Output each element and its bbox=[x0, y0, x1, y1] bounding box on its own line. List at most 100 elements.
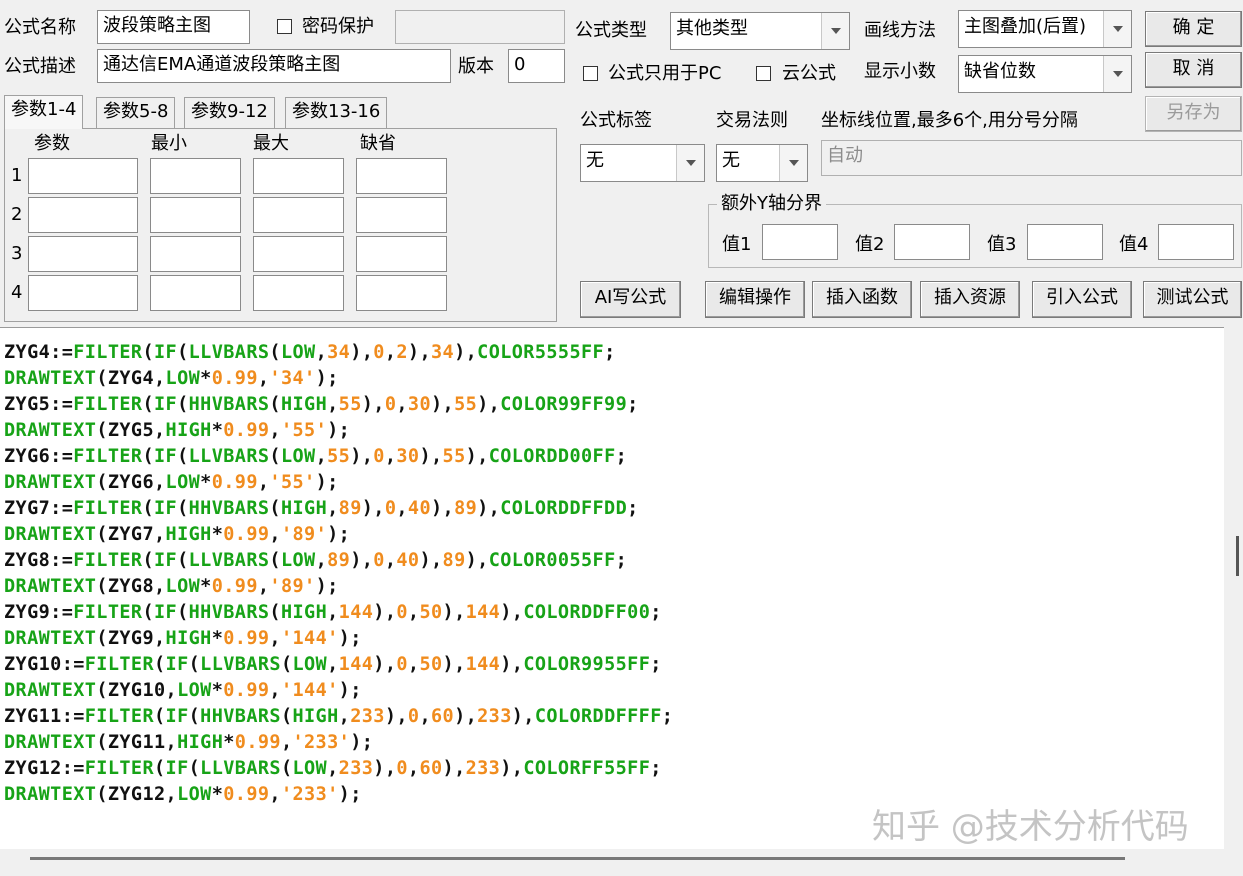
draw-method-select[interactable]: 主图叠加(后置) bbox=[958, 10, 1132, 48]
formula-tag-label: 公式标签 bbox=[580, 110, 652, 131]
extra-y-axis-title: 额外Y轴分界 bbox=[717, 193, 826, 215]
watermark: 知乎 @技术分析代码 bbox=[872, 807, 1189, 847]
formula-name-input[interactable]: 波段策略主图 bbox=[97, 10, 250, 44]
param-min-input[interactable] bbox=[150, 197, 241, 233]
formula-type-select[interactable]: 其他类型 bbox=[670, 12, 850, 50]
coord-line-input[interactable]: 自动 bbox=[821, 140, 1242, 176]
cancel-button[interactable]: 取 消 bbox=[1145, 52, 1242, 88]
code-line[interactable]: DRAWTEXT(ZYG5,HIGH*0.99,'55'); bbox=[4, 418, 673, 444]
horizontal-scrollbar[interactable] bbox=[0, 849, 1243, 876]
code-line[interactable]: DRAWTEXT(ZYG11,HIGH*0.99,'233'); bbox=[4, 730, 673, 756]
chevron-down-icon bbox=[779, 145, 807, 181]
param-header-name: 参数 bbox=[34, 133, 70, 154]
chevron-down-icon bbox=[1103, 56, 1131, 92]
ok-button[interactable]: 确 定 bbox=[1145, 11, 1242, 47]
param-max-input[interactable] bbox=[253, 197, 344, 233]
formula-desc-input[interactable]: 通达信EMA通道波段策略主图 bbox=[97, 49, 451, 83]
code-line[interactable]: ZYG12:=FILTER(IF(LLVBARS(LOW,233),0,60),… bbox=[4, 756, 673, 782]
formula-type-label: 公式类型 bbox=[575, 20, 647, 41]
password-protect-label: 密码保护 bbox=[302, 16, 374, 37]
decimals-select[interactable]: 缺省位数 bbox=[958, 55, 1132, 93]
param-default-input[interactable] bbox=[356, 158, 447, 194]
code-line[interactable]: ZYG4:=FILTER(IF(LLVBARS(LOW,34),0,2),34)… bbox=[4, 340, 673, 366]
param-name-input[interactable] bbox=[28, 197, 138, 233]
chevron-down-icon bbox=[1103, 11, 1131, 47]
code-line[interactable]: ZYG8:=FILTER(IF(LLVBARS(LOW,89),0,40),89… bbox=[4, 548, 673, 574]
formula-type-value: 其他类型 bbox=[676, 18, 748, 39]
code-line[interactable]: ZYG9:=FILTER(IF(HHVBARS(HIGH,144),0,50),… bbox=[4, 600, 673, 626]
y-value-3-input[interactable] bbox=[1027, 224, 1103, 260]
test-formula-button[interactable]: 测试公式 bbox=[1143, 281, 1242, 318]
param-default-input[interactable] bbox=[356, 197, 447, 233]
param-default-input[interactable] bbox=[356, 275, 447, 311]
pc-only-checkbox[interactable] bbox=[583, 66, 598, 81]
param-name-input[interactable] bbox=[28, 158, 138, 194]
param-default-input[interactable] bbox=[356, 236, 447, 272]
code-line[interactable]: DRAWTEXT(ZYG9,HIGH*0.99,'144'); bbox=[4, 626, 673, 652]
param-header-min: 最小 bbox=[151, 133, 187, 154]
param-min-input[interactable] bbox=[150, 236, 241, 272]
tab-params-5-8[interactable]: 参数5-8 bbox=[96, 97, 176, 128]
code-line[interactable]: ZYG7:=FILTER(IF(HHVBARS(HIGH,89),0,40),8… bbox=[4, 496, 673, 522]
pc-only-label: 公式只用于PC bbox=[608, 63, 722, 84]
decimals-label: 显示小数 bbox=[864, 61, 936, 82]
code-line[interactable]: DRAWTEXT(ZYG6,LOW*0.99,'55'); bbox=[4, 470, 673, 496]
y-value-4-label: 值4 bbox=[1119, 234, 1149, 255]
y-value-4-input[interactable] bbox=[1158, 224, 1234, 260]
draw-method-label: 画线方法 bbox=[864, 20, 936, 41]
tab-params-13-16[interactable]: 参数13-16 bbox=[285, 97, 388, 128]
param-name-input[interactable] bbox=[28, 275, 138, 311]
param-min-input[interactable] bbox=[150, 275, 241, 311]
param-header-max: 最大 bbox=[253, 133, 289, 154]
trade-rule-select[interactable]: 无 bbox=[716, 144, 808, 182]
password-protect-checkbox[interactable] bbox=[277, 19, 292, 34]
vertical-scrollbar[interactable] bbox=[1224, 327, 1243, 849]
tab-params-9-12[interactable]: 参数9-12 bbox=[184, 97, 275, 128]
insert-function-button[interactable]: 插入函数 bbox=[812, 281, 912, 318]
ai-write-button[interactable]: AI写公式 bbox=[580, 281, 681, 318]
y-value-2-label: 值2 bbox=[855, 234, 885, 255]
vertical-scroll-thumb[interactable] bbox=[1236, 536, 1239, 576]
draw-method-value: 主图叠加(后置) bbox=[964, 16, 1087, 37]
code-line[interactable]: ZYG11:=FILTER(IF(HHVBARS(HIGH,233),0,60)… bbox=[4, 704, 673, 730]
formula-tag-value: 无 bbox=[586, 150, 604, 171]
insert-resource-button[interactable]: 插入资源 bbox=[920, 281, 1020, 318]
horizontal-scroll-thumb[interactable] bbox=[30, 857, 1125, 860]
code-line[interactable]: DRAWTEXT(ZYG7,HIGH*0.99,'89'); bbox=[4, 522, 673, 548]
code-editor[interactable]: ZYG4:=FILTER(IF(LLVBARS(LOW,34),0,2),34)… bbox=[0, 327, 1224, 849]
code-line[interactable]: ZYG10:=FILTER(IF(LLVBARS(LOW,144),0,50),… bbox=[4, 652, 673, 678]
param-max-input[interactable] bbox=[253, 275, 344, 311]
edit-ops-button[interactable]: 编辑操作 bbox=[705, 281, 805, 318]
password-input[interactable] bbox=[395, 10, 565, 44]
chevron-down-icon bbox=[821, 13, 849, 49]
import-formula-button[interactable]: 引入公式 bbox=[1032, 281, 1132, 318]
tab-params-1-4[interactable]: 参数1-4 bbox=[4, 95, 84, 129]
save-as-button[interactable]: 另存为 bbox=[1145, 96, 1242, 132]
formula-name-label: 公式名称 bbox=[4, 17, 76, 38]
cloud-formula-label: 云公式 bbox=[782, 63, 836, 84]
code-line[interactable]: ZYG5:=FILTER(IF(HHVBARS(HIGH,55),0,30),5… bbox=[4, 392, 673, 418]
version-input[interactable]: 0 bbox=[508, 49, 565, 83]
param-max-input[interactable] bbox=[253, 236, 344, 272]
cloud-formula-checkbox[interactable] bbox=[756, 66, 771, 81]
formula-tag-select[interactable]: 无 bbox=[580, 144, 705, 182]
param-max-input[interactable] bbox=[253, 158, 344, 194]
code-line[interactable]: ZYG6:=FILTER(IF(LLVBARS(LOW,55),0,30),55… bbox=[4, 444, 673, 470]
coord-line-label: 坐标线位置,最多6个,用分号分隔 bbox=[821, 110, 1078, 131]
param-header-default: 缺省 bbox=[360, 133, 396, 154]
y-value-1-label: 值1 bbox=[722, 234, 752, 255]
trade-rule-label: 交易法则 bbox=[716, 110, 788, 131]
chevron-down-icon bbox=[676, 145, 704, 181]
param-row-label: 1 bbox=[11, 165, 23, 186]
param-name-input[interactable] bbox=[28, 236, 138, 272]
y-value-3-label: 值3 bbox=[987, 234, 1017, 255]
code-line[interactable]: DRAWTEXT(ZYG8,LOW*0.99,'89'); bbox=[4, 574, 673, 600]
param-row-label: 3 bbox=[11, 243, 23, 264]
code-line[interactable]: DRAWTEXT(ZYG10,LOW*0.99,'144'); bbox=[4, 678, 673, 704]
code-text[interactable]: ZYG4:=FILTER(IF(LLVBARS(LOW,34),0,2),34)… bbox=[4, 340, 673, 808]
param-min-input[interactable] bbox=[150, 158, 241, 194]
code-line[interactable]: DRAWTEXT(ZYG12,LOW*0.99,'233'); bbox=[4, 782, 673, 808]
y-value-2-input[interactable] bbox=[894, 224, 970, 260]
code-line[interactable]: DRAWTEXT(ZYG4,LOW*0.99,'34'); bbox=[4, 366, 673, 392]
y-value-1-input[interactable] bbox=[762, 224, 838, 260]
